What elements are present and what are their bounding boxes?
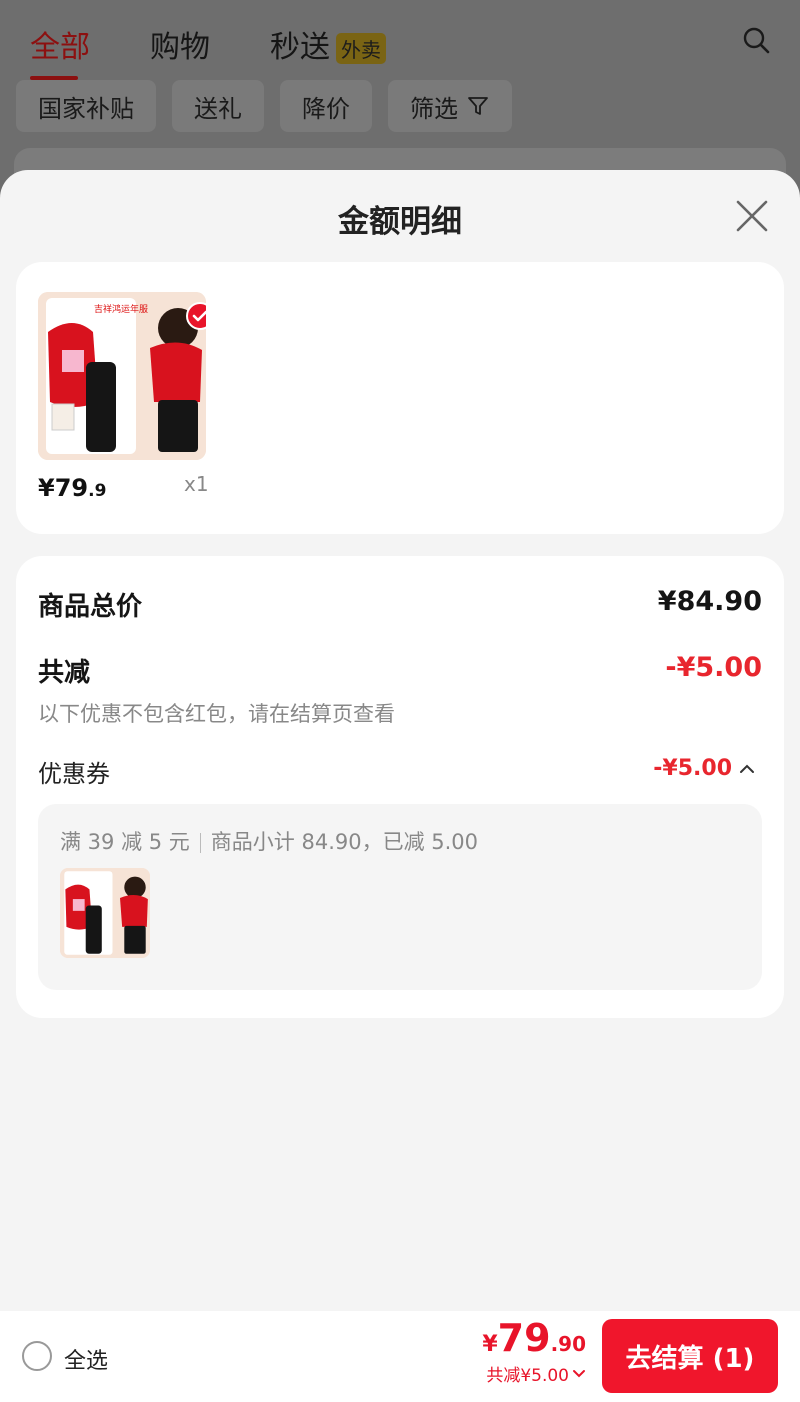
filter-label: 筛选 — [410, 94, 458, 123]
discount-note: 以下优惠不包含红包，请在结算页查看 — [38, 702, 395, 726]
coupon-label: 优惠券 — [38, 760, 110, 788]
coupon-detail-box: 满 39 减 5 元商品小计 84.90，已减 5.00 — [38, 804, 762, 990]
product-image-text: 吉祥鸿运年服 — [94, 303, 148, 315]
checkout-button[interactable]: 去结算 (1) — [602, 1319, 778, 1393]
total-decimal: .90 — [550, 1332, 586, 1356]
product-price-decimal: .9 — [88, 481, 107, 501]
tab-instant-delivery[interactable]: 秒送 外卖 — [270, 22, 386, 66]
amount-detail-sheet: 金额明细 吉祥鸿运年服 ¥79.9 x1 商品总价 ¥84.90 共减 -¥5.… — [0, 170, 800, 1402]
selected-check-icon — [186, 302, 206, 330]
saved-amount: 共减¥5.00 — [486, 1366, 569, 1386]
chevron-down-icon — [573, 1369, 585, 1377]
takeout-badge: 外卖 — [336, 33, 386, 64]
discount-value: -¥5.00 — [665, 652, 762, 683]
filter-chips: 国家补贴 送礼 降价 筛选 — [16, 80, 528, 132]
coupon-product-thumbnail — [60, 868, 150, 958]
filter-national-subsidy[interactable]: 国家补贴 — [16, 80, 156, 132]
total-price-label: 商品总价 — [38, 592, 143, 622]
tab-shopping[interactable]: 购物 — [150, 22, 210, 66]
funnel-icon — [468, 97, 488, 115]
filter-price-drop[interactable]: 降价 — [280, 80, 372, 132]
coupon-rule: 满 39 减 5 元 — [60, 830, 190, 854]
search-icon[interactable] — [742, 26, 770, 54]
saved-amount-toggle[interactable]: 共减¥5.00 — [482, 1361, 586, 1386]
product-card: 吉祥鸿运年服 ¥79.9 x1 — [16, 262, 784, 534]
total-price-block: ¥79.90 共减¥5.00 — [482, 1319, 586, 1386]
tab-all[interactable]: 全部 — [30, 22, 90, 80]
checkout-bar: 全选 ¥79.90 共减¥5.00 去结算 (1) — [0, 1311, 800, 1402]
select-all-label[interactable]: 全选 — [64, 1343, 108, 1375]
filter-gift[interactable]: 送礼 — [172, 80, 264, 132]
price-summary-card: 商品总价 ¥84.90 共减 -¥5.00 以下优惠不包含红包，请在结算页查看 … — [16, 556, 784, 1018]
total-amount: ¥79.90 — [482, 1319, 586, 1357]
select-all-radio[interactable] — [22, 1341, 52, 1371]
filter-button[interactable]: 筛选 — [388, 80, 512, 132]
coupon-value: -¥5.00 — [653, 756, 732, 781]
tab-instant-delivery-label: 秒送 — [270, 30, 330, 65]
currency-symbol: ¥ — [482, 1332, 498, 1357]
product-photo: 吉祥鸿运年服 — [38, 292, 206, 460]
chevron-up-icon — [740, 764, 754, 773]
product-price: ¥79.9 — [38, 474, 106, 502]
close-icon[interactable] — [734, 198, 770, 234]
discount-label: 共减 — [38, 658, 91, 688]
product-price-main: ¥79 — [38, 474, 89, 502]
coupon-description: 满 39 减 5 元商品小计 84.90，已减 5.00 — [60, 826, 478, 856]
coupon-product-photo — [60, 868, 150, 958]
coupon-divider — [199, 833, 201, 853]
top-tabs: 全部 购物 秒送 外卖 — [30, 22, 446, 80]
coupon-detail: 商品小计 84.90，已减 5.00 — [210, 830, 479, 854]
coupon-toggle[interactable]: -¥5.00 — [653, 756, 756, 781]
total-integer: 79 — [497, 1316, 551, 1360]
total-price-value: ¥84.90 — [657, 586, 762, 617]
sheet-title: 金额明细 — [338, 204, 462, 240]
product-image[interactable]: 吉祥鸿运年服 — [38, 292, 206, 460]
product-quantity: x1 — [184, 472, 209, 496]
